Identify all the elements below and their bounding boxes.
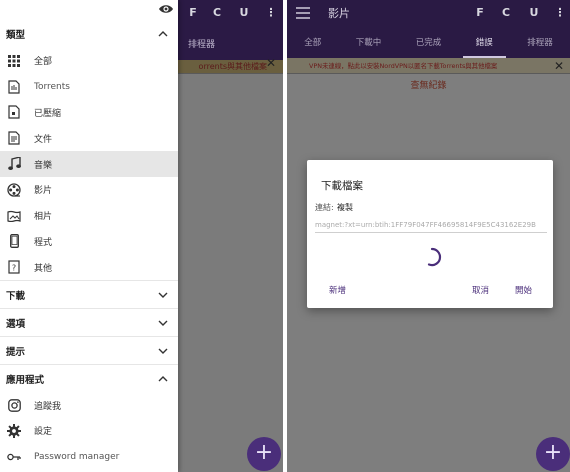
chevron-up-icon — [158, 375, 168, 382]
archive-icon — [6, 104, 22, 120]
copy-link-button[interactable]: 複製 — [337, 202, 353, 213]
chevron-up-icon — [158, 31, 168, 37]
chevron-down-icon — [158, 348, 168, 354]
magnet-icon[interactable]: U — [527, 6, 541, 20]
empty-state-text: 查無紀錄 — [410, 81, 447, 91]
vpn-warning-banner[interactable]: VPN未連線，點此以安裝NordVPN以匿名下載Torrents與其他檔案 ✕ — [287, 58, 570, 74]
section-app-header[interactable]: 應用程式 — [0, 364, 178, 392]
eye-icon[interactable] — [158, 3, 174, 15]
section-types-header[interactable]: 類型 — [0, 20, 178, 48]
drawer-item-follow[interactable]: 追蹤我 — [0, 392, 178, 418]
navigation-drawer: 類型 全部 Torrents 已壓縮 文件 音樂 影片 相片 程式 ? 其他 下… — [0, 0, 178, 472]
drawer-item-apps[interactable]: 程式 — [0, 229, 178, 255]
svg-text:?: ? — [12, 264, 16, 273]
sort-icon[interactable]: F — [186, 6, 200, 20]
link-label: 連結: — [315, 203, 334, 212]
drawer-item-password-manager[interactable]: Password manager — [0, 444, 178, 470]
chevron-down-icon — [158, 292, 168, 298]
drawer-item-other[interactable]: ? 其他 — [0, 254, 178, 280]
film-reel-icon — [6, 182, 22, 198]
sort-icon[interactable]: F — [473, 6, 487, 20]
close-icon[interactable]: ✕ — [554, 59, 564, 73]
drawer-item-photos[interactable]: 相片 — [0, 203, 178, 229]
tab-scheduler[interactable]: 排程器 — [188, 37, 215, 50]
more-icon[interactable]: ⋮ — [553, 6, 567, 20]
drawer-item-label: 音樂 — [34, 160, 53, 171]
key-icon — [6, 449, 22, 465]
drawer-item-label: 其他 — [34, 263, 53, 274]
add-button[interactable]: + — [247, 437, 281, 471]
tab-scheduler[interactable]: 排程器 — [510, 30, 570, 58]
question-file-icon: ? — [6, 259, 22, 275]
start-button[interactable]: 開始 — [515, 284, 532, 296]
drawer-item-label: 設定 — [34, 427, 53, 438]
drawer-item-all[interactable]: 全部 — [0, 48, 178, 74]
chevron-down-icon — [158, 320, 168, 326]
drawer-item-torrents[interactable]: Torrents — [0, 74, 178, 100]
phone-icon — [6, 233, 22, 249]
gear-icon — [6, 423, 22, 439]
section-tips-header[interactable]: 提示 — [0, 336, 178, 364]
torrent-file-icon — [6, 79, 22, 95]
tab-error[interactable]: 錯誤 — [459, 30, 511, 58]
grid-icon — [6, 53, 22, 69]
drawer-item-label: 影片 — [34, 186, 53, 197]
section-options-label: 選項 — [6, 318, 26, 330]
drawer-item-music[interactable]: 音樂 — [0, 151, 178, 177]
tab-all[interactable]: 全部 — [287, 30, 339, 58]
section-downloads-label: 下載 — [6, 290, 26, 302]
right-screen: 影片 F C U ⋮ 全部 下載中 已完成 錯誤 排程器 VPN未連線，點此以安… — [287, 0, 570, 472]
instagram-icon — [6, 397, 22, 413]
image-icon — [6, 208, 22, 224]
section-app-label: 應用程式 — [6, 374, 45, 386]
dialog-title: 下載檔案 — [321, 180, 363, 192]
more-icon[interactable]: ⋮ — [264, 6, 278, 20]
section-tips-label: 提示 — [6, 346, 26, 358]
section-types-label: 類型 — [6, 30, 26, 41]
drawer-item-label: Password manager — [34, 451, 120, 462]
drawer-item-label: 文件 — [34, 134, 53, 145]
drawer-item-archives[interactable]: 已壓縮 — [0, 100, 178, 126]
vpn-icon[interactable]: C — [210, 6, 224, 20]
drawer-item-label: Torrents — [34, 81, 70, 92]
cancel-button[interactable]: 取消 — [472, 284, 489, 296]
background-warning-text: orrents與其他檔案 — [198, 62, 267, 71]
drawer-item-videos[interactable]: 影片 — [0, 177, 178, 203]
drawer-item-label: 相片 — [34, 212, 53, 223]
vpn-icon[interactable]: C — [499, 6, 513, 20]
drawer-item-label: 已壓縮 — [34, 108, 62, 119]
drawer-item-label: 全部 — [34, 57, 53, 68]
magnet-icon[interactable]: U — [237, 6, 251, 20]
drawer-item-label: 追蹤我 — [34, 401, 62, 412]
download-file-dialog: 下載檔案 連結: 複製 magnet:?xt=urn:btih:1FF79F04… — [307, 160, 553, 308]
section-options-header[interactable]: 選項 — [0, 308, 178, 336]
close-icon[interactable]: ✕ — [265, 57, 277, 69]
menu-icon[interactable] — [296, 7, 310, 19]
new-button[interactable]: 新增 — [329, 284, 346, 296]
tab-completed[interactable]: 已完成 — [399, 30, 459, 58]
loading-spinner-icon — [427, 247, 442, 267]
vpn-warning-text: VPN未連線，點此以安裝NordVPN以匿名下載Torrents與其他檔案 — [309, 62, 498, 70]
magnet-link-input[interactable]: magnet:?xt=urn:btih:1FF79F047FF46695814F… — [315, 219, 547, 233]
document-icon — [6, 130, 22, 146]
drawer-item-documents[interactable]: 文件 — [0, 125, 178, 151]
tab-downloading[interactable]: 下載中 — [339, 30, 399, 58]
tab-bar: 全部 下載中 已完成 錯誤 排程器 — [287, 30, 570, 58]
drawer-header — [0, 0, 178, 20]
drawer-item-settings[interactable]: 設定 — [0, 418, 178, 444]
add-button[interactable]: + — [536, 437, 570, 471]
page-title: 影片 — [328, 7, 350, 20]
section-downloads-header[interactable]: 下載 — [0, 280, 178, 308]
music-note-icon — [6, 156, 22, 172]
toolbar: 影片 F C U ⋮ — [287, 0, 570, 30]
left-screen: F C U ⋮ 排程器 orrents與其他檔案 ✕ + 類型 全部 Torre… — [0, 0, 283, 472]
drawer-item-label: 程式 — [34, 237, 53, 248]
